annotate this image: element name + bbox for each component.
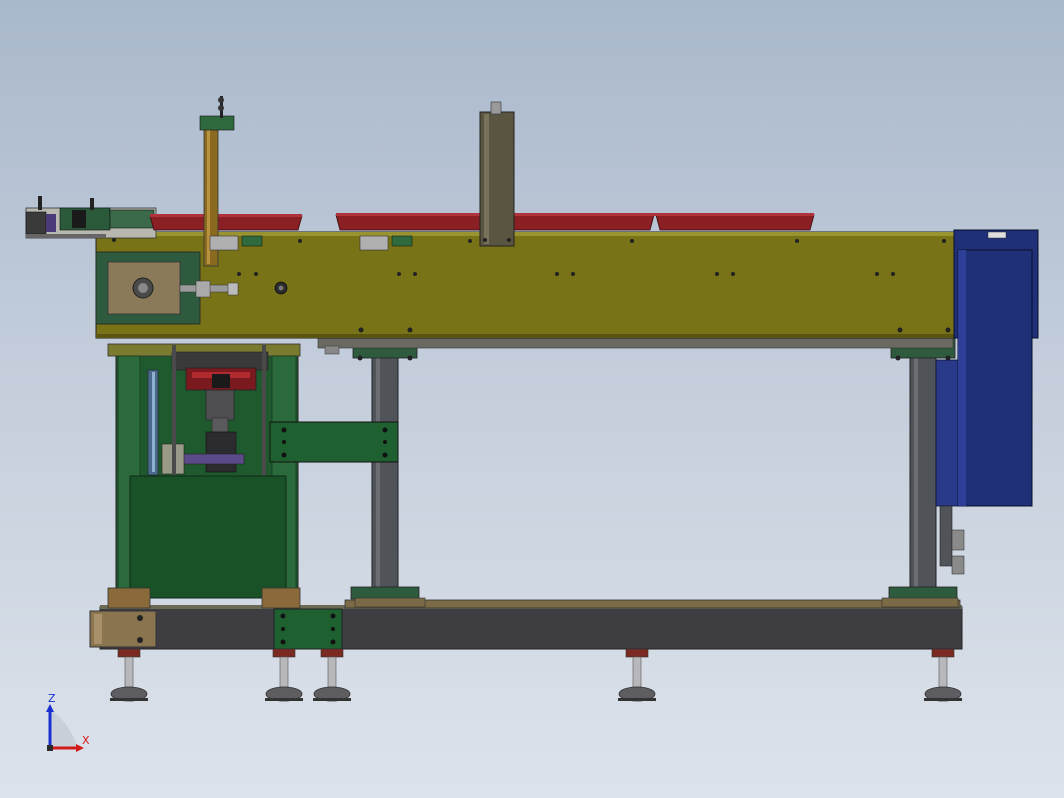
triad-axes-icon [46, 704, 84, 752]
leveling-foot [265, 648, 303, 702]
leveling-foot [618, 648, 656, 702]
infeed-assembly [25, 196, 157, 239]
graphics-viewport[interactable]: Z X [0, 0, 1064, 798]
machine-assembly-model[interactable] [0, 0, 1064, 798]
coordinate-triad: Z X [38, 692, 98, 758]
leveling-feet [110, 648, 962, 702]
leveling-foot [313, 648, 351, 702]
leg-top-brackets [317, 337, 956, 361]
press-station [107, 343, 301, 609]
lift-cylinder [479, 101, 515, 247]
side-connection-plate [269, 421, 399, 463]
x-axis-label: X [82, 734, 90, 747]
leveling-foot [110, 648, 148, 702]
z-axis-label: Z [48, 692, 56, 705]
base-end-block [89, 610, 157, 648]
leveling-foot [924, 648, 962, 702]
support-legs [350, 355, 959, 608]
base-mount-plate [273, 608, 343, 650]
base-frame [99, 599, 963, 650]
